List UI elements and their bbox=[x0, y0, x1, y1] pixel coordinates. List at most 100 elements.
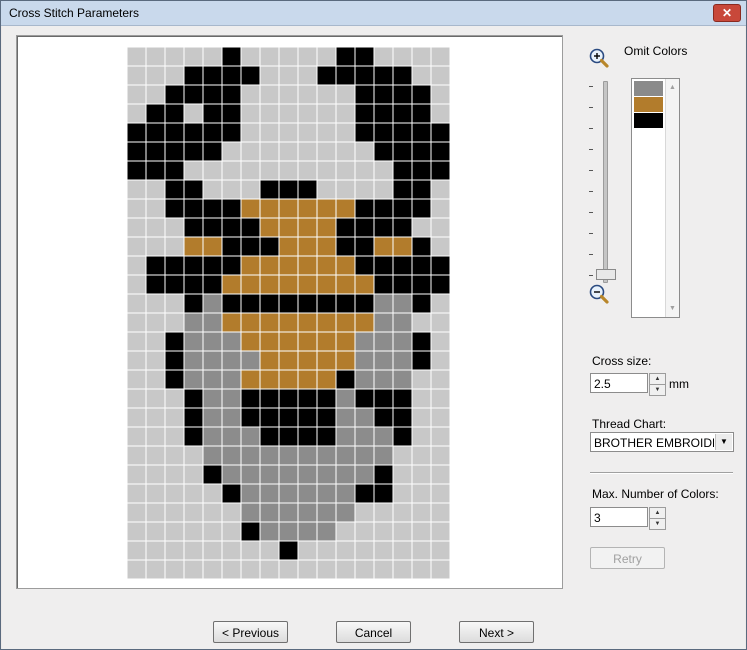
scroll-down-icon[interactable]: ▼ bbox=[668, 304, 677, 313]
stitch-cell bbox=[184, 218, 203, 237]
thread-chart-value: BROTHER EMBROIDERY bbox=[594, 436, 714, 450]
stitch-cell bbox=[279, 408, 298, 427]
stitch-cell bbox=[355, 85, 374, 104]
cancel-button[interactable]: Cancel bbox=[336, 621, 411, 643]
slider-tick bbox=[589, 107, 593, 108]
close-button[interactable]: ✕ bbox=[713, 4, 741, 22]
omit-colors-label: Omit Colors bbox=[624, 44, 688, 58]
stitch-cell bbox=[241, 389, 260, 408]
stitch-cell bbox=[184, 408, 203, 427]
omit-colors-list[interactable]: ▲ ▼ bbox=[631, 78, 680, 318]
stitch-cell bbox=[393, 389, 412, 408]
stitch-cell bbox=[393, 313, 412, 332]
previous-button[interactable]: < Previous bbox=[213, 621, 288, 643]
title-bar: Cross Stitch Parameters ✕ bbox=[1, 1, 746, 26]
stitch-cell bbox=[374, 294, 393, 313]
stitch-cell bbox=[279, 503, 298, 522]
stitch-cell bbox=[260, 180, 279, 199]
stitch-cell bbox=[393, 142, 412, 161]
stitch-cell bbox=[260, 446, 279, 465]
zoom-out-icon[interactable] bbox=[588, 283, 610, 305]
omit-colors-scrollbar[interactable]: ▲ ▼ bbox=[665, 79, 679, 317]
chevron-down-icon[interactable]: ▼ bbox=[715, 434, 732, 450]
stitch-cell bbox=[355, 389, 374, 408]
stitch-cell bbox=[336, 313, 355, 332]
stitch-cell bbox=[431, 256, 450, 275]
stitch-cell bbox=[298, 218, 317, 237]
stitch-cell bbox=[260, 275, 279, 294]
stitch-cell bbox=[203, 237, 222, 256]
stitch-cell bbox=[374, 218, 393, 237]
stitch-cell bbox=[203, 275, 222, 294]
stitch-cell bbox=[355, 104, 374, 123]
stitch-cell bbox=[374, 123, 393, 142]
stitch-cell bbox=[374, 427, 393, 446]
stitch-cell bbox=[355, 218, 374, 237]
decrement-icon[interactable]: ▼ bbox=[649, 384, 666, 396]
stitch-cell bbox=[279, 275, 298, 294]
color-swatch[interactable] bbox=[634, 113, 663, 128]
stitch-cell bbox=[165, 180, 184, 199]
color-swatch[interactable] bbox=[634, 97, 663, 112]
color-swatch[interactable] bbox=[634, 81, 663, 96]
stitch-cell bbox=[374, 85, 393, 104]
stitch-cell bbox=[431, 142, 450, 161]
max-colors-input[interactable]: 3 bbox=[590, 507, 648, 527]
stitch-cell bbox=[203, 256, 222, 275]
stitch-cell bbox=[203, 66, 222, 85]
stitch-cell bbox=[184, 256, 203, 275]
stitch-cell bbox=[393, 85, 412, 104]
stitch-cell bbox=[412, 275, 431, 294]
cross-size-input[interactable]: 2.5 bbox=[590, 373, 648, 393]
stitch-cell bbox=[355, 332, 374, 351]
stitch-cell bbox=[184, 237, 203, 256]
stitch-cell bbox=[412, 161, 431, 180]
stitch-cell bbox=[298, 199, 317, 218]
stitch-cell bbox=[222, 85, 241, 104]
stitch-cell bbox=[184, 142, 203, 161]
stitch-cell bbox=[355, 427, 374, 446]
stitch-cell bbox=[260, 237, 279, 256]
stitch-cell bbox=[317, 256, 336, 275]
stitch-cell bbox=[336, 351, 355, 370]
stitch-cell bbox=[260, 370, 279, 389]
stitch-cell bbox=[317, 522, 336, 541]
cross-size-spinner[interactable]: ▲ ▼ bbox=[649, 373, 666, 396]
stitch-cell bbox=[374, 370, 393, 389]
decrement-icon[interactable]: ▼ bbox=[649, 518, 666, 530]
stitch-cell bbox=[146, 275, 165, 294]
retry-button[interactable]: Retry bbox=[590, 547, 665, 569]
zoom-slider-track[interactable] bbox=[603, 81, 608, 283]
thread-chart-select[interactable]: BROTHER EMBROIDERY ▼ bbox=[590, 432, 734, 452]
stitch-cell bbox=[279, 484, 298, 503]
stitch-cell bbox=[279, 294, 298, 313]
scroll-up-icon[interactable]: ▲ bbox=[668, 83, 677, 92]
max-colors-spinner[interactable]: ▲ ▼ bbox=[649, 507, 666, 530]
stitch-cell bbox=[412, 256, 431, 275]
stitch-cell bbox=[355, 294, 374, 313]
stitch-cell bbox=[127, 161, 146, 180]
stitch-cell bbox=[241, 256, 260, 275]
stitch-cell bbox=[317, 66, 336, 85]
stitch-cell bbox=[165, 332, 184, 351]
stitch-cell bbox=[374, 351, 393, 370]
stitch-cell bbox=[222, 446, 241, 465]
stitch-cell bbox=[203, 427, 222, 446]
zoom-slider-thumb[interactable] bbox=[596, 269, 616, 280]
stitch-cell bbox=[222, 427, 241, 446]
next-button[interactable]: Next > bbox=[459, 621, 534, 643]
stitch-cell bbox=[412, 199, 431, 218]
zoom-in-icon[interactable] bbox=[588, 47, 610, 69]
stitch-cell bbox=[165, 104, 184, 123]
stitch-cell bbox=[393, 408, 412, 427]
stitch-cell bbox=[336, 465, 355, 484]
stitch-cell bbox=[241, 313, 260, 332]
stitch-cell bbox=[355, 275, 374, 294]
stitch-cell bbox=[393, 237, 412, 256]
stitch-cell bbox=[317, 408, 336, 427]
stitch-cell bbox=[241, 427, 260, 446]
stitch-cell bbox=[222, 370, 241, 389]
stitch-cell bbox=[298, 313, 317, 332]
stitch-cell bbox=[241, 408, 260, 427]
stitch-cell bbox=[260, 199, 279, 218]
